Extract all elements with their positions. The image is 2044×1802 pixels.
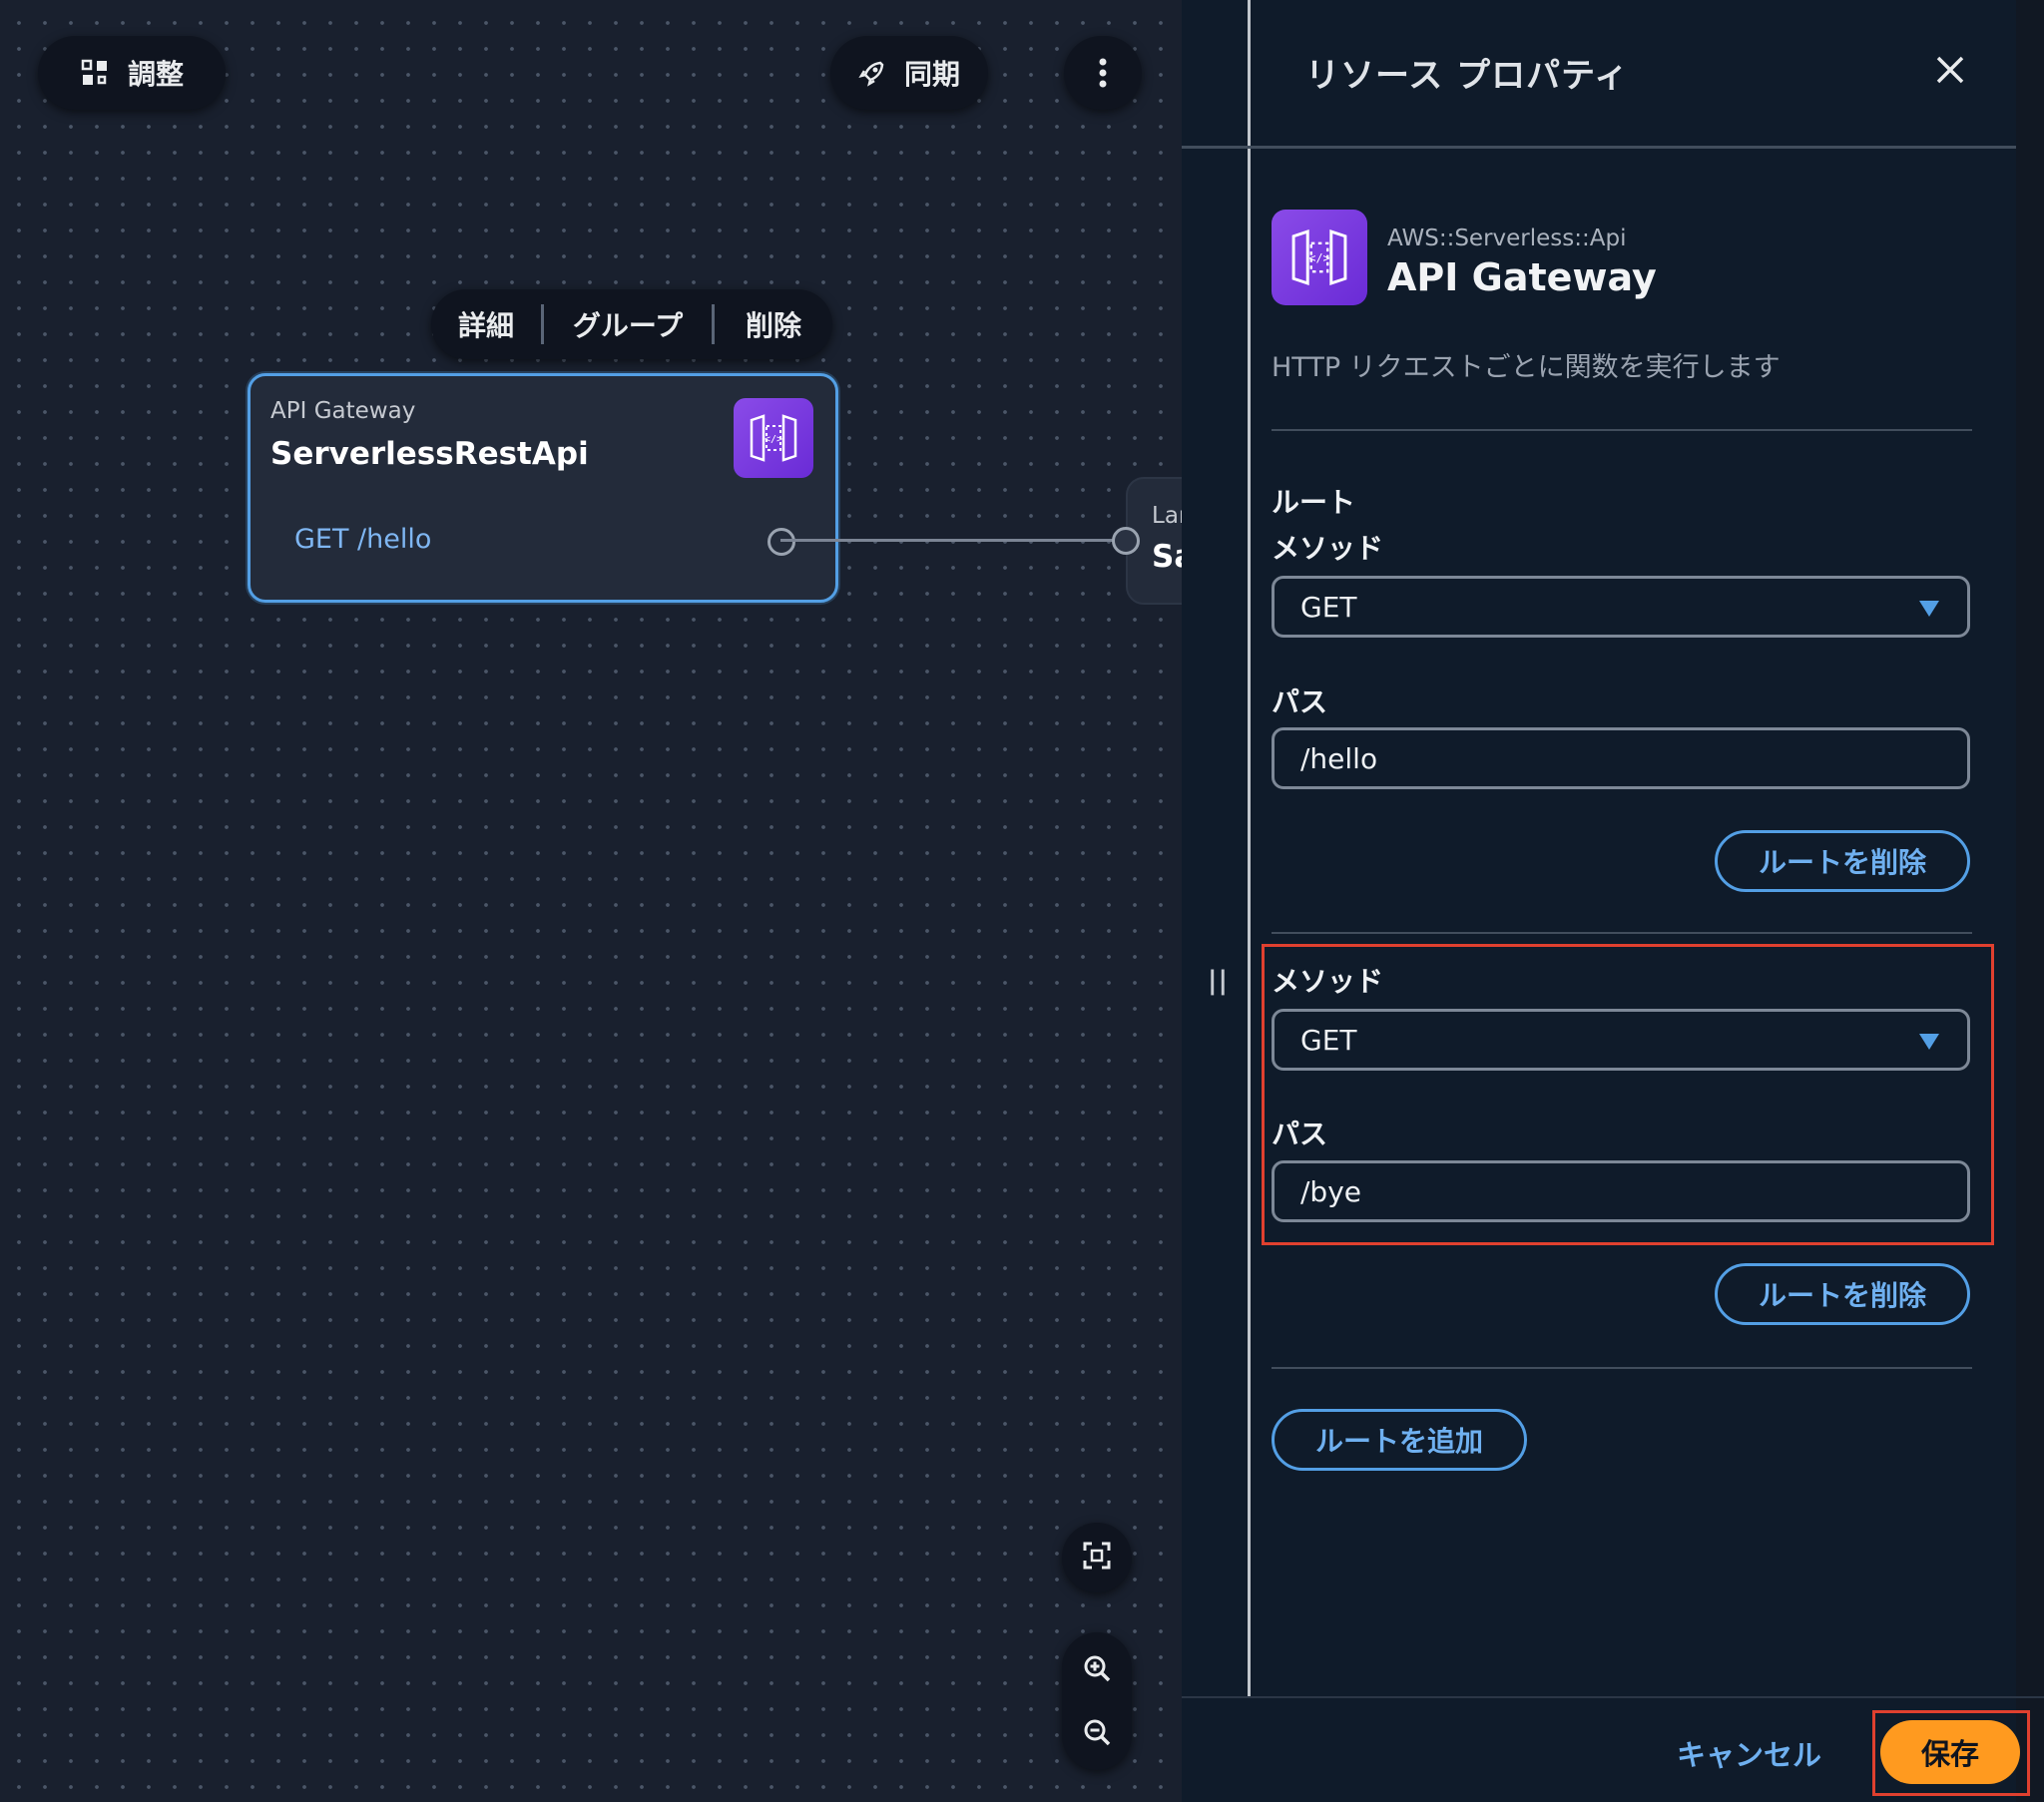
sync-button[interactable]: 同期 [830, 36, 988, 110]
delete-menu-item[interactable]: 削除 [715, 304, 832, 344]
canvas[interactable]: 調整 同期 詳細 グループ 削除 API Gateway ServerlessR… [0, 0, 1182, 1802]
panel-scroll-gutter [2016, 0, 2044, 1802]
route-divider [1272, 1367, 1972, 1369]
close-icon [1935, 55, 1965, 89]
footer-divider [1182, 1696, 2044, 1698]
method-label: メソッド [1272, 532, 1384, 565]
panel-resize-line [1248, 0, 1251, 1696]
api-gateway-node[interactable]: API Gateway ServerlessRestApi </> GET /h… [248, 373, 838, 603]
panel-title: リソース プロパティ [1305, 56, 1630, 96]
zoom-out-button[interactable] [1062, 1704, 1132, 1764]
zoom-in-icon [1081, 1652, 1113, 1688]
lambda-node-type: Lar [1152, 503, 1182, 529]
zoom-out-icon [1081, 1716, 1113, 1752]
arrange-label: 調整 [127, 58, 184, 91]
fit-view-button[interactable] [1062, 1523, 1132, 1592]
header-divider [1182, 146, 2016, 149]
zoom-controls [1062, 1632, 1132, 1770]
details-menu-item[interactable]: 詳細 [431, 304, 541, 344]
add-route-button[interactable]: ルートを追加 [1272, 1409, 1527, 1471]
node-context-menu: 詳細 グループ 削除 [431, 289, 832, 359]
path-input[interactable]: /hello [1272, 727, 1970, 789]
method-value: GET [1300, 590, 1357, 624]
lambda-input-port[interactable] [1112, 527, 1140, 555]
close-button[interactable] [1924, 46, 1976, 98]
more-vertical-icon [1098, 57, 1108, 89]
node-type: API Gateway [270, 398, 416, 424]
route-output-port[interactable] [767, 528, 795, 556]
highlight-box [1872, 1710, 2030, 1796]
resource-name: API Gateway [1387, 255, 1657, 299]
dropdown-arrow-icon [1919, 601, 1939, 617]
node-name: ServerlessRestApi [270, 436, 589, 472]
resource-properties-panel: || リソース プロパティ </> AWS::Serverless::Api A… [1182, 0, 2044, 1802]
path-value: /hello [1300, 741, 1378, 775]
section-divider [1272, 429, 1972, 431]
svg-text:</>: </> [1308, 251, 1329, 265]
method-select[interactable]: GET [1272, 576, 1970, 638]
route-divider [1272, 932, 1972, 934]
arrange-button[interactable]: 調整 [38, 36, 226, 110]
node-route-label[interactable]: GET /hello [294, 524, 431, 555]
lambda-node-name: Sa [1152, 539, 1182, 575]
connection-edge [780, 539, 1122, 542]
resource-description: HTTP リクエストごとに関数を実行します [1272, 352, 1781, 383]
zoom-in-button[interactable] [1062, 1640, 1132, 1700]
sync-label: 同期 [903, 58, 960, 91]
delete-route-button[interactable]: ルートを削除 [1715, 830, 1970, 892]
fit-view-icon [1081, 1540, 1113, 1576]
resize-handle-icon[interactable]: || [1208, 966, 1229, 996]
arrange-icon [80, 58, 110, 88]
path-label: パス [1272, 685, 1328, 718]
rocket-icon [858, 59, 886, 87]
cancel-button[interactable]: キャンセル [1677, 1732, 1821, 1774]
group-menu-item[interactable]: グループ [544, 304, 712, 344]
resource-type: AWS::Serverless::Api [1387, 225, 1627, 251]
api-gateway-icon: </> [1272, 210, 1367, 305]
highlight-box [1262, 944, 1994, 1245]
svg-text:</>: </> [765, 434, 782, 445]
routes-label: ルート [1272, 486, 1356, 519]
more-options-button[interactable] [1064, 36, 1142, 110]
delete-route-button[interactable]: ルートを削除 [1715, 1263, 1970, 1325]
api-gateway-icon: </> [734, 398, 813, 478]
